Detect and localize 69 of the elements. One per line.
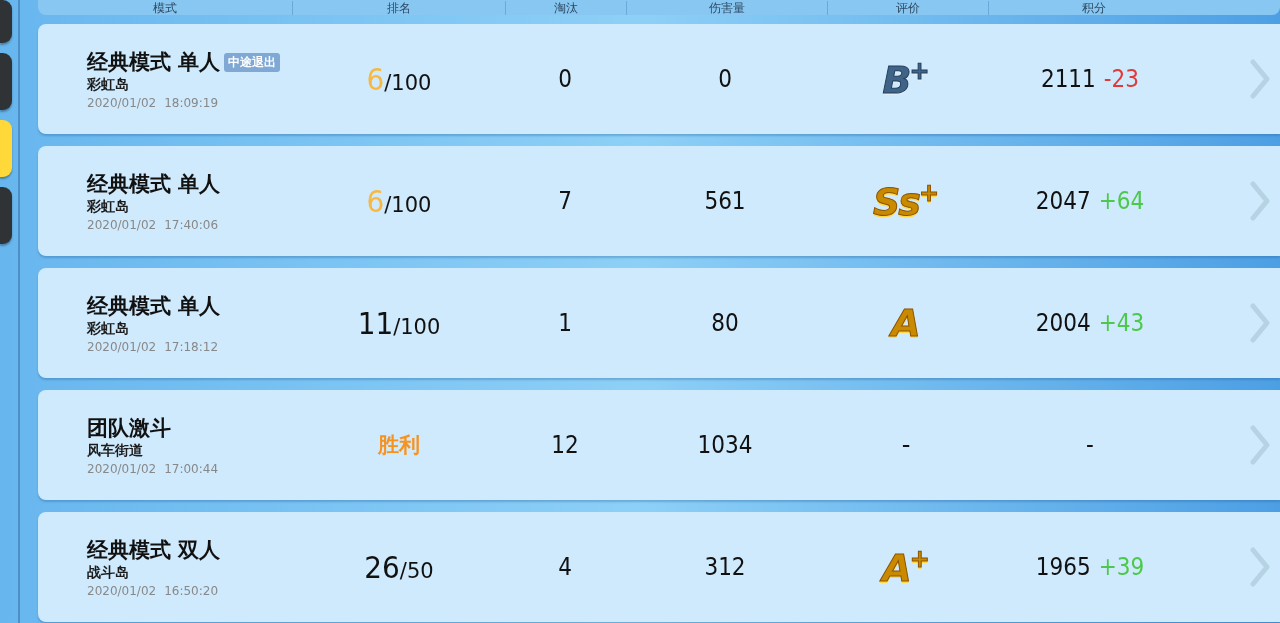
grade-text: A$^{+}$ — [882, 547, 928, 587]
eliminations-count: 0 — [558, 65, 572, 93]
match-row[interactable]: 经典模式 单人 彩虹岛 2020/01/02 17:40:06 6/100 7 561 Ss$^{+}$ 2047 +64 — [38, 146, 1280, 256]
result-text: 胜利 — [378, 432, 420, 459]
match-date: 2020/01/02 — [87, 584, 157, 598]
column-header: 排名 — [387, 1, 411, 15]
match-date: 2020/01/02 — [87, 462, 157, 476]
eliminations-count: 1 — [558, 309, 572, 337]
column-header: 积分 — [1082, 1, 1106, 15]
mode-name: 团队激斗 — [87, 415, 171, 442]
eliminations-count: 12 — [551, 431, 579, 459]
quit-badge: 中途退出 — [224, 52, 281, 72]
rank-text: 6/100 — [366, 61, 432, 97]
map-name: 彩虹岛 — [87, 76, 129, 94]
map-name: 彩虹岛 — [87, 320, 129, 338]
score-change: +64 — [1098, 187, 1145, 215]
score-value: 2111 — [1040, 65, 1096, 93]
side-tab[interactable] — [0, 187, 12, 244]
column-header: 模式 — [153, 1, 177, 15]
rank-text: 11/100 — [357, 305, 441, 341]
match-time: 18:09:19 — [164, 96, 219, 110]
grade-text: B$^{+}$ — [882, 59, 928, 99]
match-time: 16:50:20 — [164, 584, 219, 598]
grade-text: Ss$^{+}$ — [872, 181, 938, 221]
score-change: +43 — [1098, 309, 1145, 337]
match-row[interactable]: 经典模式 双人 战斗岛 2020/01/02 16:50:20 26/50 4 312 A$^{+}$ 1965 +39 — [38, 512, 1280, 622]
chevron-right-icon — [1250, 303, 1270, 343]
score-value: - — [1086, 431, 1094, 459]
match-time: 17:40:06 — [164, 218, 219, 232]
match-row[interactable]: 经典模式 单人 中途退出 彩虹岛 2020/01/02 18:09:19 6/100 0 0 B$^{+}$ 2111 -23 — [38, 24, 1280, 134]
score-value: 2047 — [1035, 187, 1091, 215]
mode-name: 经典模式 单人 — [87, 293, 221, 320]
side-tab[interactable] — [0, 0, 12, 43]
mode-name: 经典模式 单人 — [87, 171, 221, 198]
score-change: +39 — [1098, 553, 1145, 581]
chevron-right-icon — [1250, 547, 1270, 587]
column-header: 淘汰 — [554, 1, 578, 15]
match-date: 2020/01/02 — [87, 96, 157, 110]
eliminations-count: 4 — [558, 553, 572, 581]
match-time: 17:00:44 — [164, 462, 219, 476]
mode-name: 经典模式 双人 — [87, 537, 221, 564]
rank-text: 6/100 — [366, 183, 432, 219]
map-name: 风车街道 — [87, 442, 143, 460]
match-time: 17:18:12 — [164, 340, 219, 354]
mode-name: 经典模式 单人 — [87, 49, 221, 76]
damage-value: 1034 — [697, 431, 753, 459]
damage-value: 312 — [704, 553, 746, 581]
damage-value: 80 — [711, 309, 739, 337]
side-tab[interactable] — [0, 53, 12, 110]
grade-text: - — [901, 433, 909, 457]
column-header: 评价 — [896, 1, 920, 15]
match-row[interactable]: 经典模式 单人 彩虹岛 2020/01/02 17:18:12 11/100 1 80 A 2004 +43 — [38, 268, 1280, 378]
match-date: 2020/01/02 — [87, 340, 157, 354]
map-name: 战斗岛 — [87, 564, 129, 582]
match-date: 2020/01/02 — [87, 218, 157, 232]
score-change: -23 — [1103, 65, 1140, 93]
damage-value: 561 — [704, 187, 746, 215]
map-name: 彩虹岛 — [87, 198, 129, 216]
rank-text: 26/50 — [364, 549, 434, 585]
chevron-right-icon — [1250, 59, 1270, 99]
grade-text: A — [891, 304, 919, 342]
column-header: 伤害量 — [709, 1, 745, 15]
match-row[interactable]: 团队激斗 风车街道 2020/01/02 17:00:44 胜利 12 1034 - - — [38, 390, 1280, 500]
damage-value: 0 — [718, 65, 732, 93]
score-value: 1965 — [1035, 553, 1091, 581]
chevron-right-icon — [1250, 425, 1270, 465]
score-value: 2004 — [1035, 309, 1091, 337]
eliminations-count: 7 — [558, 187, 572, 215]
chevron-right-icon — [1250, 181, 1270, 221]
